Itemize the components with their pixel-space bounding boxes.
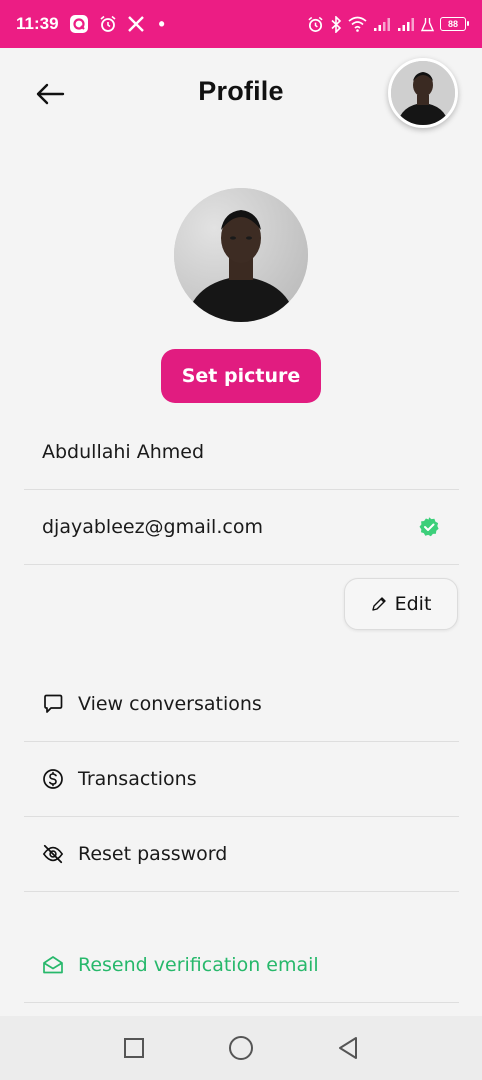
recents-button[interactable] bbox=[114, 1028, 154, 1068]
menu-item-view-conversations[interactable]: View conversations bbox=[24, 667, 459, 742]
email-value: djayableez@gmail.com bbox=[42, 516, 263, 538]
triangle-back-icon bbox=[339, 1037, 358, 1059]
signal-icon bbox=[397, 17, 415, 32]
menu-item-label: Transactions bbox=[78, 768, 197, 790]
menu-item-label: Resend verification email bbox=[78, 954, 319, 976]
edit-label: Edit bbox=[394, 593, 432, 615]
app-notification-icon bbox=[69, 14, 89, 34]
name-field: Abdullahi Ahmed bbox=[24, 415, 459, 490]
set-picture-button[interactable]: Set picture bbox=[161, 349, 321, 403]
email-field: djayableez@gmail.com bbox=[24, 490, 459, 565]
status-bar: 11:39 • 88 bbox=[0, 0, 482, 48]
status-left: 11:39 • bbox=[16, 14, 165, 35]
back-nav-button[interactable] bbox=[328, 1028, 368, 1068]
notification-dot: • bbox=[158, 13, 165, 34]
menu-item-reset-password[interactable]: Reset password bbox=[24, 817, 459, 892]
signal-icon bbox=[373, 17, 391, 32]
eye-off-icon bbox=[42, 843, 64, 865]
wifi-icon bbox=[348, 16, 367, 32]
alarm-icon bbox=[307, 16, 324, 33]
menu-item-label: View conversations bbox=[78, 693, 262, 715]
chat-bubble-icon bbox=[42, 693, 64, 715]
system-nav-bar bbox=[0, 1016, 482, 1080]
status-time: 11:39 bbox=[16, 14, 59, 33]
avatar-photo-icon bbox=[174, 188, 308, 322]
status-right: 88 bbox=[307, 15, 469, 33]
menu-item-transactions[interactable]: Transactions bbox=[24, 742, 459, 817]
home-button[interactable] bbox=[221, 1028, 261, 1068]
menu-item-resend-verification[interactable]: Resend verification email bbox=[24, 928, 459, 1003]
verified-check-icon bbox=[419, 517, 439, 537]
bluetooth-icon bbox=[330, 15, 342, 33]
x-logo-icon bbox=[127, 15, 145, 33]
alarm-icon bbox=[99, 15, 117, 33]
menu-item-label: Reset password bbox=[78, 843, 228, 865]
envelope-open-icon bbox=[42, 954, 64, 976]
flask-icon bbox=[421, 17, 434, 32]
dollar-circle-icon bbox=[42, 768, 64, 790]
app-header: Profile bbox=[0, 48, 482, 140]
pencil-icon bbox=[371, 597, 386, 611]
circle-icon bbox=[228, 1036, 253, 1060]
battery-icon: 88 bbox=[440, 17, 469, 31]
avatar-photo-icon bbox=[391, 61, 455, 125]
profile-avatar bbox=[174, 188, 308, 322]
edit-button[interactable]: Edit bbox=[344, 578, 458, 630]
name-value: Abdullahi Ahmed bbox=[42, 441, 205, 463]
battery-level: 88 bbox=[447, 19, 458, 29]
square-icon bbox=[123, 1038, 144, 1058]
header-avatar[interactable] bbox=[388, 58, 458, 128]
